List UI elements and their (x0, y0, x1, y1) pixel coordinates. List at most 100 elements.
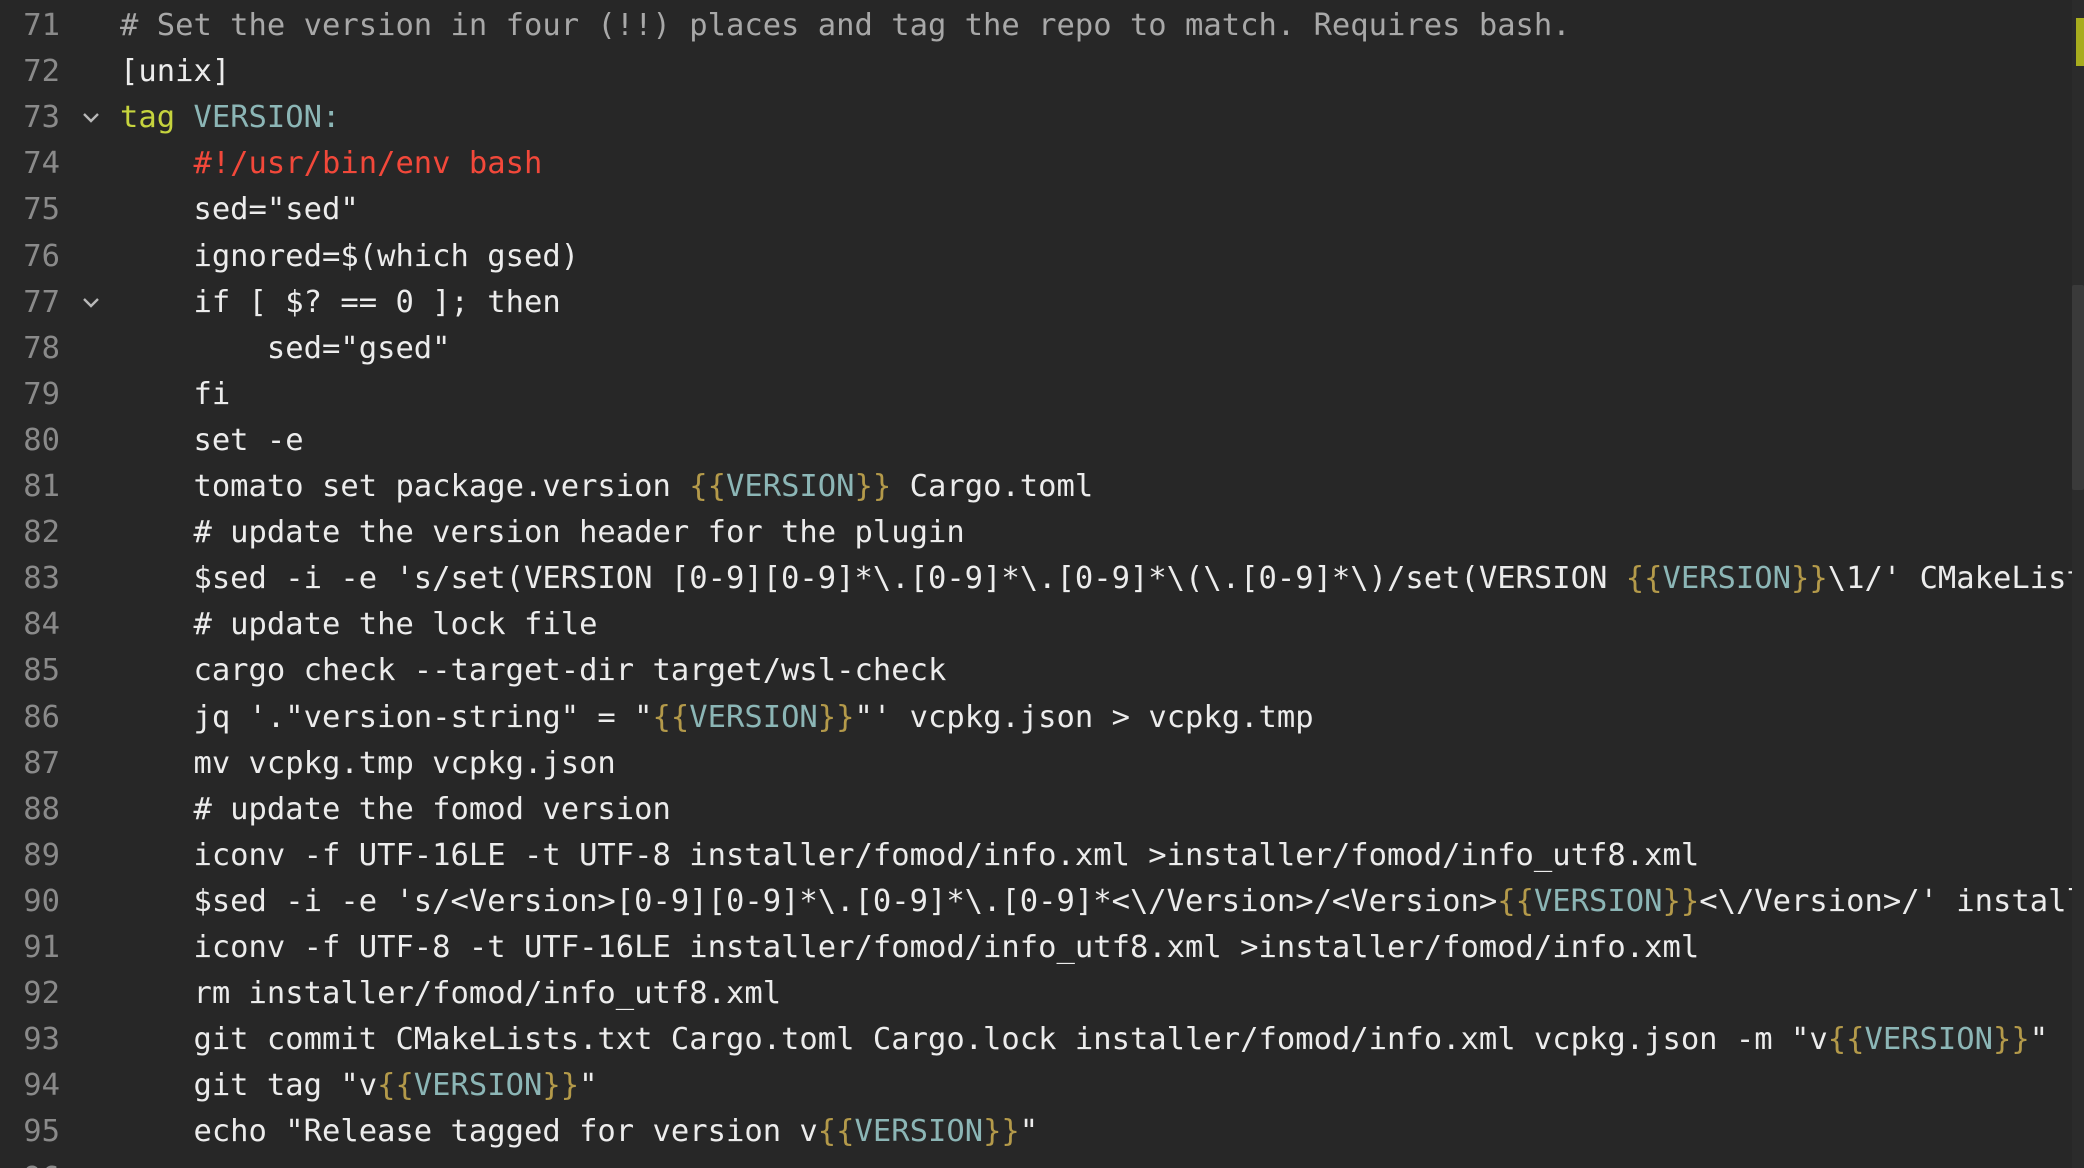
line-number: 94 (23, 1068, 60, 1104)
code-token: iconv -f UTF-16LE -t UTF-8 installer/fom… (120, 837, 1700, 873)
code-token: VERSION (689, 699, 818, 735)
code-token: jq '."version-string" = " (120, 699, 653, 735)
line-number: 78 (23, 330, 60, 366)
code-line[interactable]: 87 mv vcpkg.tmp vcpkg.json (0, 741, 2084, 787)
code-token: # update the version header for the plug… (120, 515, 965, 551)
code-token: echo "Release tagged for version v (120, 1114, 818, 1150)
code-text: git commit CMakeLists.txt Cargo.toml Car… (120, 1017, 2048, 1063)
code-text: sed="sed" (120, 187, 359, 233)
code-token: cargo check --target-dir target/wsl-chec… (120, 653, 947, 689)
fold-chevron-down-icon[interactable] (80, 95, 102, 141)
line-number: 77 (23, 284, 60, 320)
code-line[interactable]: 89 iconv -f UTF-16LE -t UTF-8 installer/… (0, 833, 2084, 879)
line-number: 71 (23, 8, 60, 43)
code-line[interactable]: 80 set -e (0, 418, 2084, 464)
line-number: 74 (23, 146, 60, 182)
code-line[interactable]: 79 fi (0, 372, 2084, 418)
code-line[interactable]: 74 #!/usr/bin/env bash (0, 141, 2084, 187)
code-text: echo "Release tagged for version v{{VERS… (120, 1109, 1038, 1155)
code-token: sed="gsed" (120, 330, 451, 366)
code-token: # update the lock file (120, 607, 598, 643)
code-token: }} (817, 699, 855, 735)
line-number: 82 (23, 515, 60, 551)
code-token: mv vcpkg.tmp vcpkg.json (120, 745, 616, 781)
line-number: 80 (23, 422, 60, 458)
code-line[interactable]: 94 git tag "v{{VERSION}}" (0, 1063, 2084, 1109)
code-token: {{ (817, 1114, 855, 1150)
code-text: # Set the version in four (!!) places an… (120, 3, 1571, 49)
code-text: [unix] (120, 49, 230, 95)
code-text: rm installer/fomod/info_utf8.xml (120, 971, 781, 1017)
code-line[interactable]: 82 # update the version header for the p… (0, 510, 2084, 556)
code-line[interactable]: 91 iconv -f UTF-8 -t UTF-16LE installer/… (0, 925, 2084, 971)
code-line[interactable]: 71 # Set the version in four (!!) places … (0, 3, 2084, 49)
code-line[interactable]: 85 cargo check --target-dir target/wsl-c… (0, 648, 2084, 694)
line-number: 79 (23, 376, 60, 412)
code-line[interactable]: 92 rm installer/fomod/info_utf8.xml (0, 971, 2084, 1017)
vertical-scrollbar[interactable] (2072, 0, 2084, 1168)
code-editor[interactable]: 71 # Set the version in four (!!) places … (0, 0, 2084, 1168)
code-line[interactable]: 76 ignored=$(which gsed) (0, 234, 2084, 280)
line-number: 90 (23, 883, 60, 919)
scrollbar-thumb[interactable] (2072, 285, 2084, 490)
code-line[interactable]: 81 tomato set package.version {{VERSION}… (0, 464, 2084, 510)
code-line[interactable]: 75 sed="sed" (0, 187, 2084, 233)
code-token: }} (542, 1068, 580, 1104)
code-line[interactable]: 95 echo "Release tagged for version v{{V… (0, 1109, 2084, 1155)
code-text: $sed -i -e 's/set(VERSION [0-9][0-9]*\.[… (120, 556, 2084, 602)
code-text: ignored=$(which gsed) (120, 234, 579, 280)
line-number: 93 (23, 1022, 60, 1058)
code-line[interactable]: 77 if [ $? == 0 ]; then (0, 280, 2084, 326)
code-text: sed="gsed" (120, 326, 451, 372)
code-text: iconv -f UTF-16LE -t UTF-8 installer/fom… (120, 833, 1699, 879)
code-token: ignored=$(which gsed) (120, 238, 580, 274)
fold-chevron-down-icon[interactable] (80, 280, 102, 326)
code-token: }} (983, 1114, 1020, 1150)
code-line[interactable]: 88 # update the fomod version (0, 787, 2084, 833)
line-number: 86 (23, 699, 60, 735)
code-token: }} (854, 469, 892, 504)
code-token: }} (1791, 561, 1828, 597)
code-token: {{ (377, 1068, 414, 1104)
code-text: tomato set package.version {{VERSION}} C… (120, 464, 1093, 510)
code-token: iconv -f UTF-8 -t UTF-16LE installer/fom… (120, 930, 1700, 965)
code-line[interactable]: 90 $sed -i -e 's/<Version>[0-9][0-9]*\.[… (0, 879, 2084, 925)
code-text: iconv -f UTF-8 -t UTF-16LE installer/fom… (120, 925, 1699, 971)
code-text: tag VERSION: (120, 95, 340, 141)
code-line[interactable]: 96 (0, 1156, 2084, 1168)
code-token: {{ (1497, 883, 1534, 919)
code-token: <\/Version>/' installer/fomod/info_utf8.… (1699, 883, 2084, 919)
line-number: 73 (23, 100, 60, 136)
code-line[interactable]: 73 tag VERSION: (0, 95, 2084, 141)
code-token: VERSION (1662, 561, 1792, 597)
code-token: VERSION (413, 1068, 543, 1104)
code-token: if [ $? == 0 ]; then (120, 284, 561, 320)
code-text: # update the lock file (120, 602, 597, 648)
line-number: 84 (23, 607, 60, 643)
code-token: {{ (1827, 1022, 1865, 1058)
code-token: $sed -i -e 's/<Version>[0-9][0-9]*\.[0-9… (120, 883, 1498, 919)
code-text: git tag "v{{VERSION}}" (120, 1063, 597, 1109)
code-token: VERSION (725, 469, 855, 504)
code-line[interactable]: 84 # update the lock file (0, 602, 2084, 648)
code-token: rm installer/fomod/info_utf8.xml (120, 976, 782, 1012)
code-token: tag (120, 100, 176, 136)
line-number: 95 (23, 1114, 60, 1150)
code-token: {{ (1625, 561, 1663, 597)
line-number: 92 (23, 976, 60, 1012)
code-token: VERSION: (193, 100, 341, 136)
line-number: 91 (23, 930, 60, 965)
code-text: set -e (120, 418, 304, 464)
code-line[interactable]: 72 [unix] (0, 49, 2084, 95)
code-line[interactable]: 78 sed="gsed" (0, 326, 2084, 372)
code-token: }} (1662, 883, 1700, 919)
code-token: set -e (120, 422, 304, 458)
code-line[interactable]: 86 jq '."version-string" = "{{VERSION}}"… (0, 695, 2084, 741)
code-line[interactable]: 93 git commit CMakeLists.txt Cargo.toml … (0, 1017, 2084, 1063)
code-token: sed="sed" (120, 192, 359, 228)
code-token: [unix] (120, 54, 231, 90)
code-line[interactable]: 83 $sed -i -e 's/set(VERSION [0-9][0-9]*… (0, 556, 2084, 602)
line-number: 83 (23, 561, 60, 597)
code-token: {{ (652, 699, 690, 735)
